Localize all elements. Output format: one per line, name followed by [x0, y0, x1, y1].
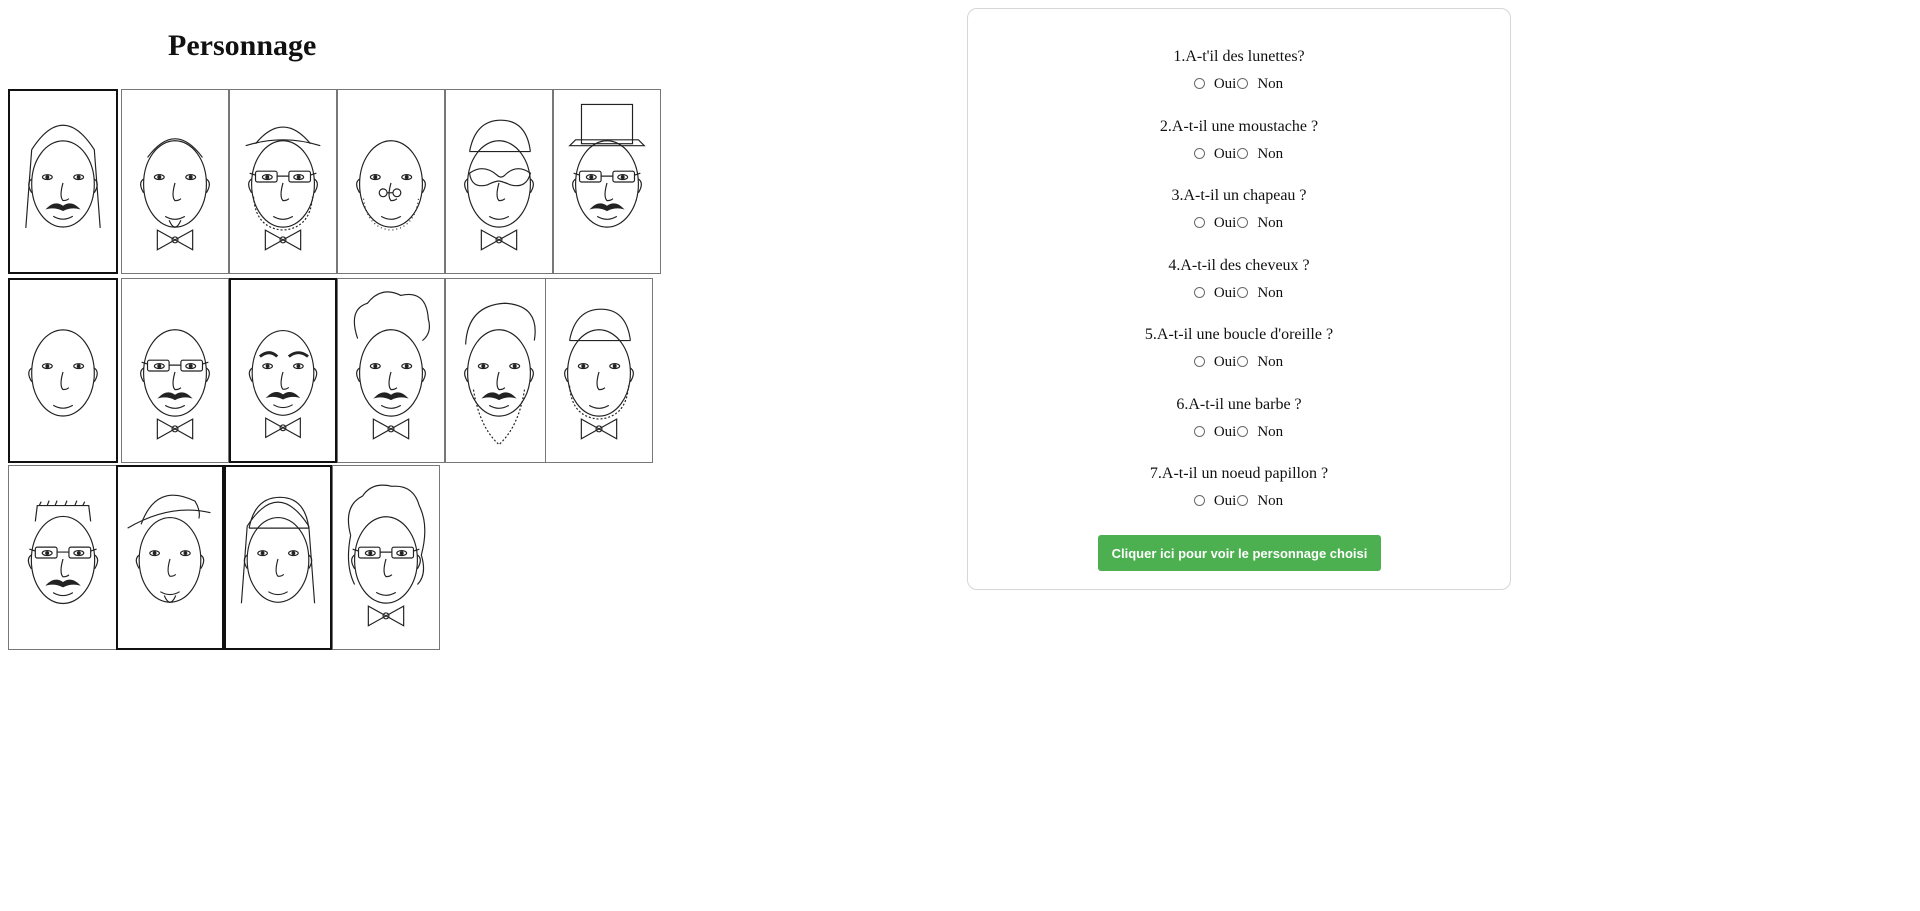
question-label: 1.A-t'il des lunettes?: [1173, 48, 1305, 65]
question-2: 2.A-t-il une moustache ? Oui Non: [968, 117, 1510, 162]
face-cap-beard-bowtie-icon: [545, 278, 653, 463]
question-label: 4.A-t-il des cheveux ?: [1168, 256, 1310, 274]
radio-non[interactable]: [1237, 356, 1249, 367]
face-bowtie-beard-icon: [121, 89, 229, 274]
radio-oui[interactable]: [1193, 356, 1205, 367]
questionnaire-panel: 1.A-t'il des lunettes? Oui Non 2.A-t-il une…: [967, 8, 1511, 590]
radio-non[interactable]: [1237, 286, 1249, 298]
face-bald-beard-icon: [337, 89, 445, 274]
question-label: 7.A-t-il un noeud papillon ?: [1149, 465, 1329, 482]
radio-non[interactable]: [1237, 217, 1249, 228]
answer-group: Oui Non: [968, 493, 1510, 509]
question-3: 3.A-t-il un chapeau ? Oui Non: [968, 186, 1510, 231]
answer-group: Oui Non: [968, 354, 1510, 370]
face-hair-glasses-mustache-icon: [8, 465, 118, 650]
face-cap-woman-icon: [224, 465, 332, 650]
answer-group: Oui Non: [968, 76, 1510, 92]
radio-oui[interactable]: [1193, 147, 1205, 159]
face-glasses-bowtie-icon: [121, 278, 229, 463]
face-chef-hat-mustache-icon: [337, 278, 445, 463]
label-non: Non: [1257, 284, 1284, 301]
face-plain-icon: [8, 278, 118, 463]
label-non: Non: [1257, 145, 1284, 162]
radio-oui[interactable]: [1193, 286, 1205, 298]
question-label: 6.A-t-il une barbe ?: [1176, 395, 1302, 413]
face-top-hat-glasses-icon: [553, 89, 661, 274]
face-bowler-hat-icon: [116, 465, 224, 650]
question-1: 1.A-t'il des lunettes? Oui Non: [968, 47, 1510, 92]
question-6: 6.A-t-il une barbe ? Oui Non: [968, 395, 1510, 440]
page-title: Personnage: [168, 29, 317, 62]
label-oui: Oui: [1213, 76, 1237, 92]
label-oui: Oui: [1213, 145, 1237, 162]
face-hat-glasses-beard-icon: [229, 89, 337, 274]
label-non: Non: [1257, 215, 1284, 231]
radio-oui[interactable]: [1193, 425, 1205, 437]
question-label: 2.A-t-il une moustache ?: [1159, 117, 1319, 135]
face-curly-hair-glasses-bowtie-icon: [332, 465, 440, 650]
question-label: 5.A-t-il une boucle d'oreille ?: [1144, 326, 1334, 343]
answer-group: Oui Non: [968, 215, 1510, 231]
radio-non[interactable]: [1237, 425, 1249, 437]
answer-group: Oui Non: [968, 146, 1510, 162]
answer-group: Oui Non: [968, 424, 1510, 440]
face-mask-bowtie-icon: [445, 89, 553, 274]
label-non: Non: [1257, 354, 1284, 370]
question-4: 4.A-t-il des cheveux ? Oui Non: [968, 256, 1510, 301]
radio-oui[interactable]: [1193, 495, 1205, 506]
label-oui: Oui: [1213, 354, 1237, 370]
label-non: Non: [1257, 423, 1284, 440]
face-mustache-bowtie-icon: [229, 278, 337, 463]
label-oui: Oui: [1213, 493, 1237, 509]
radio-non[interactable]: [1237, 78, 1249, 89]
question-label: 3.A-t-il un chapeau ?: [1171, 187, 1307, 204]
radio-non[interactable]: [1237, 495, 1249, 506]
label-non: Non: [1257, 76, 1284, 92]
show-character-button[interactable]: Cliquer ici pour voir le personnage choi…: [1098, 535, 1381, 571]
question-7: 7.A-t-il un noeud papillon ? Oui Non: [968, 464, 1510, 509]
face-long-hair-mustache-icon: [8, 89, 118, 274]
radio-non[interactable]: [1237, 147, 1249, 159]
question-5: 5.A-t-il une boucle d'oreille ? Oui Non: [968, 325, 1510, 370]
label-non: Non: [1257, 493, 1284, 509]
radio-oui[interactable]: [1193, 78, 1205, 89]
label-oui: Oui: [1213, 284, 1237, 301]
face-beret-beard-icon: [445, 278, 553, 463]
radio-oui[interactable]: [1193, 217, 1205, 228]
answer-group: Oui Non: [968, 285, 1510, 301]
label-oui: Oui: [1213, 423, 1237, 440]
label-oui: Oui: [1213, 215, 1237, 231]
